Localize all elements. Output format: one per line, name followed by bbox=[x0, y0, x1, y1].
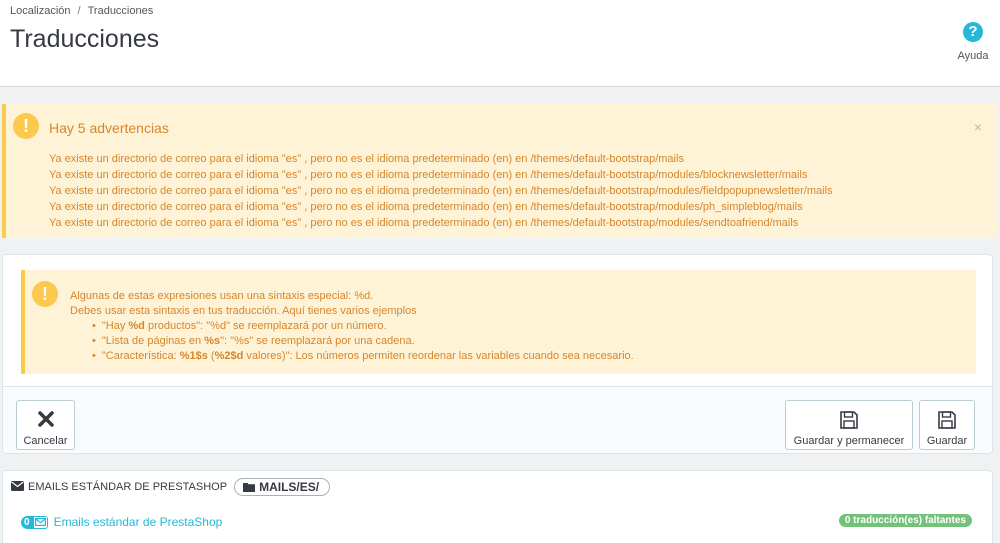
save-label: Guardar bbox=[926, 435, 968, 447]
breadcrumb-separator: / bbox=[77, 5, 81, 17]
syntax-example: "Característica: %1$s (%2$d valores)": L… bbox=[92, 349, 634, 364]
page-header: Localización / Traducciones Traducciones ?… bbox=[0, 0, 1000, 87]
save-button[interactable]: Guardar bbox=[919, 400, 975, 450]
missing-translations-badge: 0 traducción(es) faltantes bbox=[838, 514, 972, 527]
warning-line: Ya existe un directorio de correo para e… bbox=[49, 217, 799, 229]
envelope-icon bbox=[32, 515, 48, 529]
syntax-line-2: Debes usar esta sintaxis en tus traducci… bbox=[70, 305, 417, 317]
mails-group-label: Emails estándar de PrestaShop bbox=[53, 515, 223, 529]
help-label: Ayuda bbox=[957, 50, 989, 62]
breadcrumb: Localización / Traducciones bbox=[10, 5, 153, 17]
warning-line: Ya existe un directorio de correo para e… bbox=[49, 185, 833, 197]
floppy-disk-icon bbox=[786, 410, 912, 430]
warnings-list: Ya existe un directorio de correo para e… bbox=[49, 151, 833, 231]
mails-path: MAILS/ES/ bbox=[259, 480, 320, 494]
mails-count-badge: 0 bbox=[21, 515, 33, 529]
panel-footer: Cancelar Guardar y permanecer Guardar bbox=[3, 386, 992, 453]
envelope-icon bbox=[11, 480, 24, 494]
syntax-info-alert: ! Algunas de estas expresiones usan una … bbox=[21, 270, 976, 374]
syntax-example: "Lista de páginas en %s": "%s" se reempl… bbox=[92, 334, 634, 349]
exclamation-icon: ! bbox=[32, 281, 58, 307]
floppy-disk-icon bbox=[920, 410, 974, 430]
syntax-examples: "Hay %d productos": "%d" se reemplazará … bbox=[70, 319, 634, 364]
syntax-line-1: Algunas de estas expresiones usan una si… bbox=[70, 290, 374, 302]
save-and-stay-button[interactable]: Guardar y permanecer bbox=[785, 400, 913, 450]
cancel-label: Cancelar bbox=[23, 435, 68, 447]
syntax-info-text: Algunas de estas expresiones usan una si… bbox=[70, 289, 634, 364]
warnings-alert: ! Hay 5 advertencias × Ya existe un dire… bbox=[2, 104, 998, 238]
close-icon bbox=[17, 410, 74, 430]
help-button[interactable]: ? Ayuda bbox=[956, 22, 990, 62]
mails-path-chip: MAILS/ES/ bbox=[234, 478, 331, 496]
syntax-example: "Hay %d productos": "%d" se reemplazará … bbox=[92, 319, 634, 334]
translation-panel: ! Algunas de estas expresiones usan una … bbox=[2, 254, 993, 454]
breadcrumb-parent[interactable]: Localización bbox=[10, 5, 71, 17]
save-and-stay-label: Guardar y permanecer bbox=[793, 435, 905, 447]
folder-icon bbox=[243, 483, 256, 492]
close-icon[interactable]: × bbox=[974, 119, 982, 135]
mails-group-toggle[interactable]: 0 Emails estándar de PrestaShop bbox=[21, 515, 222, 529]
exclamation-icon: ! bbox=[13, 113, 39, 139]
warning-line: Ya existe un directorio de correo para e… bbox=[49, 169, 808, 181]
mails-panel: EMAILS ESTÁNDAR DE PRESTASHOP MAILS/ES/ … bbox=[2, 470, 993, 543]
question-circle-icon: ? bbox=[963, 22, 983, 42]
warning-line: Ya existe un directorio de correo para e… bbox=[49, 153, 684, 165]
mails-panel-heading: EMAILS ESTÁNDAR DE PRESTASHOP MAILS/ES/ bbox=[11, 477, 331, 497]
cancel-button[interactable]: Cancelar bbox=[16, 400, 75, 450]
warnings-title: Hay 5 advertencias bbox=[49, 120, 169, 136]
warning-line: Ya existe un directorio de correo para e… bbox=[49, 201, 803, 213]
breadcrumb-current: Traducciones bbox=[87, 5, 154, 17]
page-title: Traducciones bbox=[10, 25, 160, 53]
mails-section-title: EMAILS ESTÁNDAR DE PRESTASHOP bbox=[28, 481, 228, 493]
